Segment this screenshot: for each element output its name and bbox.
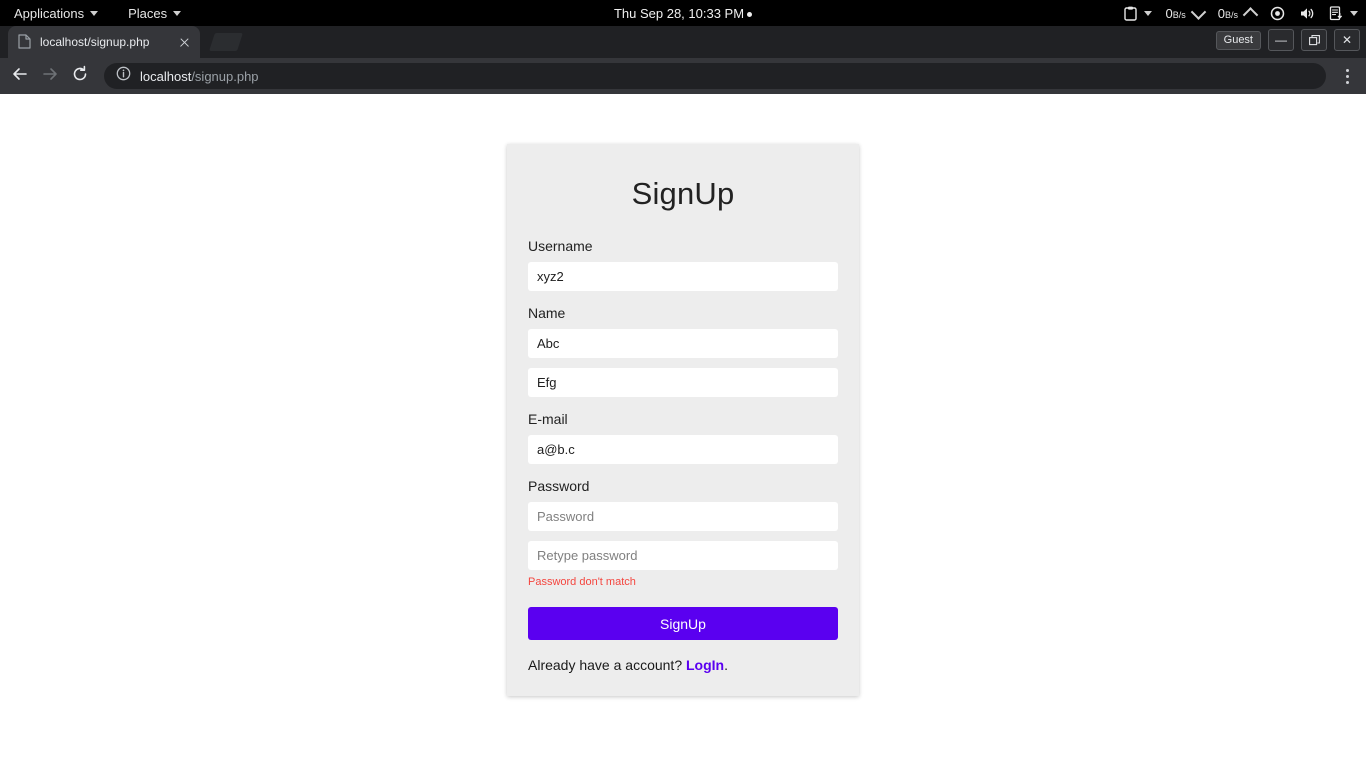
record-target-icon (1270, 6, 1285, 21)
password-label: Password (528, 478, 590, 494)
last-name-input[interactable] (528, 368, 838, 397)
applications-menu-label: Applications (14, 5, 85, 21)
email-label: E-mail (528, 411, 568, 427)
notification-dot-icon (747, 11, 753, 17)
close-icon: ✕ (1341, 33, 1353, 47)
username-group: Username (528, 238, 838, 291)
three-dot-menu-icon[interactable] (1334, 62, 1360, 90)
url-host: localhost (140, 68, 192, 84)
address-bar-url: localhost/signup.php (140, 69, 259, 84)
upload-rate-indicator[interactable]: 0B/s (1217, 5, 1259, 23)
password-input[interactable] (528, 502, 838, 531)
password-error-message: Password don't match (528, 576, 636, 588)
software-update-indicator[interactable] (1329, 5, 1358, 21)
minimize-icon: — (1275, 33, 1287, 47)
email-input[interactable] (528, 435, 838, 464)
close-icon[interactable] (176, 34, 192, 50)
page-content: SignUp Username Name E-mail Password (0, 94, 1366, 696)
chevron-down-icon (1143, 10, 1152, 16)
login-prompt-prefix: Already have a account? (528, 657, 686, 673)
browser-window: localhost/signup.php Guest — ✕ localhost… (0, 26, 1366, 768)
places-menu-label: Places (128, 5, 168, 21)
download-rate-label: 0B/s (1165, 5, 1186, 21)
profile-chip[interactable]: Guest (1215, 30, 1261, 50)
chevron-down-icon (90, 10, 99, 16)
applications-menu[interactable]: Applications (10, 4, 102, 23)
login-prompt: Already have a account? LogIn. (528, 656, 838, 674)
forward-button[interactable] (36, 62, 64, 90)
tab-localhost-signup[interactable]: localhost/signup.php (8, 26, 200, 58)
site-info-icon[interactable] (116, 66, 131, 86)
clipboard-icon (1123, 6, 1137, 21)
name-label: Name (528, 305, 566, 321)
username-input[interactable] (528, 262, 838, 291)
chevron-down-icon (1190, 3, 1207, 20)
retype-password-input[interactable] (528, 541, 838, 570)
volume-indicator[interactable] (1299, 6, 1315, 21)
page-title: SignUp (631, 176, 735, 211)
chevron-down-icon (1350, 10, 1358, 16)
username-label: Username (528, 238, 593, 254)
login-prompt-suffix: . (724, 657, 728, 673)
chevron-up-icon (1242, 6, 1259, 23)
first-name-input[interactable] (528, 329, 838, 358)
tab-strip: localhost/signup.php Guest — ✕ (0, 26, 1366, 58)
clipboard-indicator[interactable] (1123, 6, 1152, 21)
login-link[interactable]: LogIn (686, 657, 724, 673)
os-panel-left: Applications Places (0, 4, 185, 23)
speaker-icon (1299, 6, 1315, 21)
maximize-button[interactable] (1301, 29, 1327, 51)
os-panel-tray: 0B/s 0B/s (1123, 3, 1358, 23)
back-arrow-icon (11, 65, 29, 88)
reload-icon (71, 65, 89, 88)
clock-label: Thu Sep 28, 10:33 PM (613, 5, 745, 21)
signup-button[interactable]: SignUp (528, 607, 838, 640)
page-viewport: SignUp Username Name E-mail Password (0, 94, 1366, 768)
forward-arrow-icon (41, 65, 59, 88)
menu-dot (1345, 74, 1349, 78)
browser-toolbar: localhost/signup.php (0, 58, 1366, 94)
download-rate-indicator[interactable]: 0B/s (1165, 3, 1207, 21)
close-button[interactable]: ✕ (1334, 29, 1360, 51)
tab-title: localhost/signup.php (40, 35, 150, 49)
minimize-button[interactable]: — (1268, 29, 1294, 51)
menu-dot (1345, 80, 1349, 84)
window-controls: Guest — ✕ (1215, 29, 1360, 51)
menu-dot (1345, 68, 1349, 72)
reload-button[interactable] (66, 62, 94, 90)
password-group: Password Password don't match (528, 478, 838, 589)
record-indicator[interactable] (1270, 6, 1285, 21)
email-group: E-mail (528, 411, 838, 464)
new-tab-button[interactable] (206, 29, 246, 55)
name-group: Name (528, 305, 838, 397)
os-top-panel: Applications Places Thu Sep 28, 10:33 PM… (0, 0, 1366, 26)
software-update-icon (1329, 5, 1343, 21)
upload-rate-label: 0B/s (1217, 5, 1238, 21)
address-bar[interactable]: localhost/signup.php (104, 63, 1326, 89)
chevron-down-icon (173, 10, 182, 16)
maximize-icon (1302, 30, 1326, 50)
url-path: /signup.php (191, 68, 259, 84)
signup-card: SignUp Username Name E-mail Password (507, 144, 859, 696)
back-button[interactable] (6, 62, 34, 90)
new-tab-shape-icon (209, 33, 243, 51)
places-menu[interactable]: Places (124, 4, 185, 23)
page-icon (18, 34, 32, 50)
